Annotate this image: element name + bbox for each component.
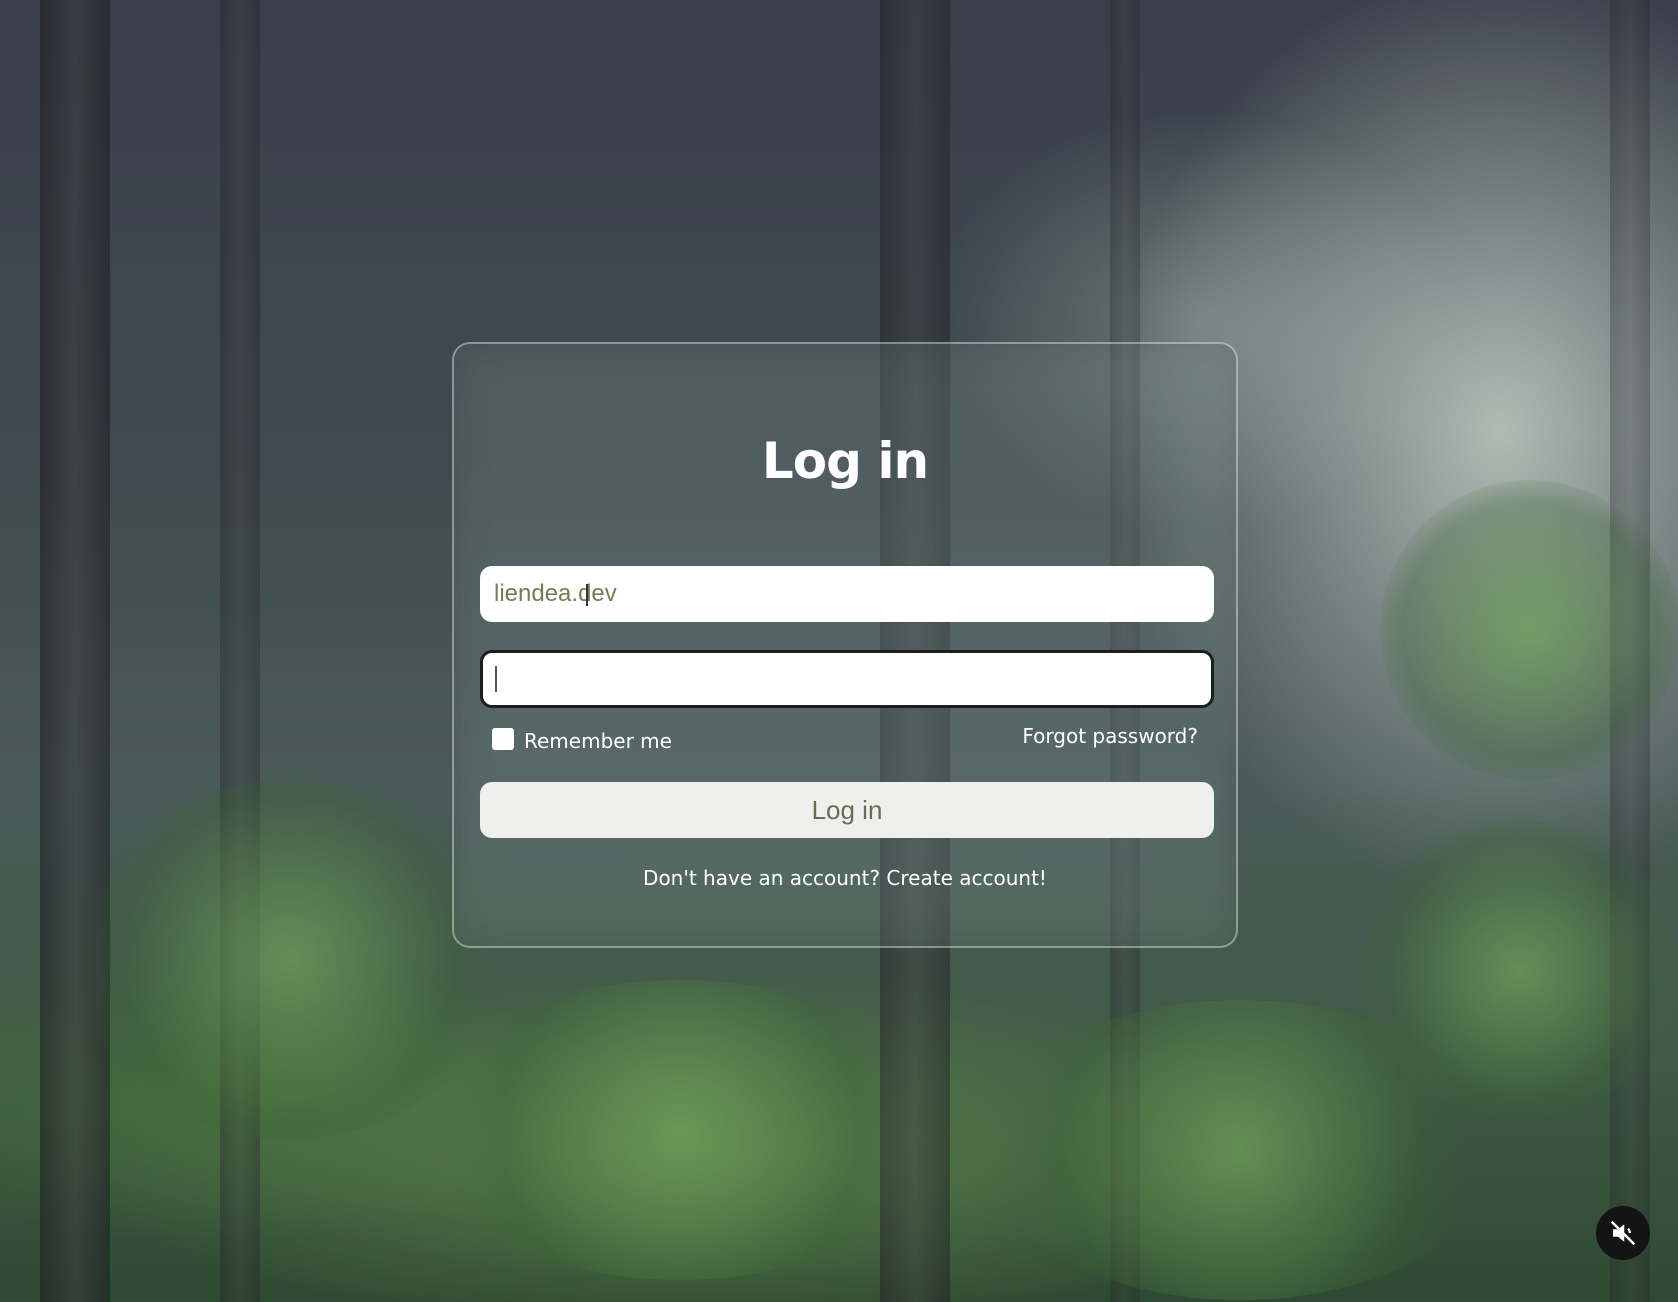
foliage xyxy=(1380,480,1678,780)
text-caret-icon xyxy=(495,666,497,692)
login-options-row: Remember me Forgot password? xyxy=(492,724,1198,756)
login-title: Log in xyxy=(761,432,929,490)
foliage xyxy=(420,980,940,1280)
mute-button[interactable] xyxy=(1596,1206,1650,1260)
remember-me-checkbox[interactable] xyxy=(492,728,514,750)
create-account-link[interactable]: Don't have an account? Create account! xyxy=(454,866,1236,890)
foliage xyxy=(980,1000,1500,1300)
forgot-password-link[interactable]: Forgot password? xyxy=(1022,724,1198,748)
login-button[interactable]: Log in xyxy=(480,782,1214,838)
password-input[interactable] xyxy=(480,650,1214,708)
tree-trunk xyxy=(40,0,110,1302)
login-card: Log in liendea.dev Remember me Forgot pa… xyxy=(452,342,1238,948)
speaker-muted-icon xyxy=(1610,1220,1636,1246)
username-input[interactable]: liendea.dev xyxy=(480,566,1214,622)
username-value: liendea.dev xyxy=(494,580,617,607)
text-cursor-icon xyxy=(586,584,588,606)
remember-me-label[interactable]: Remember me xyxy=(524,729,672,753)
